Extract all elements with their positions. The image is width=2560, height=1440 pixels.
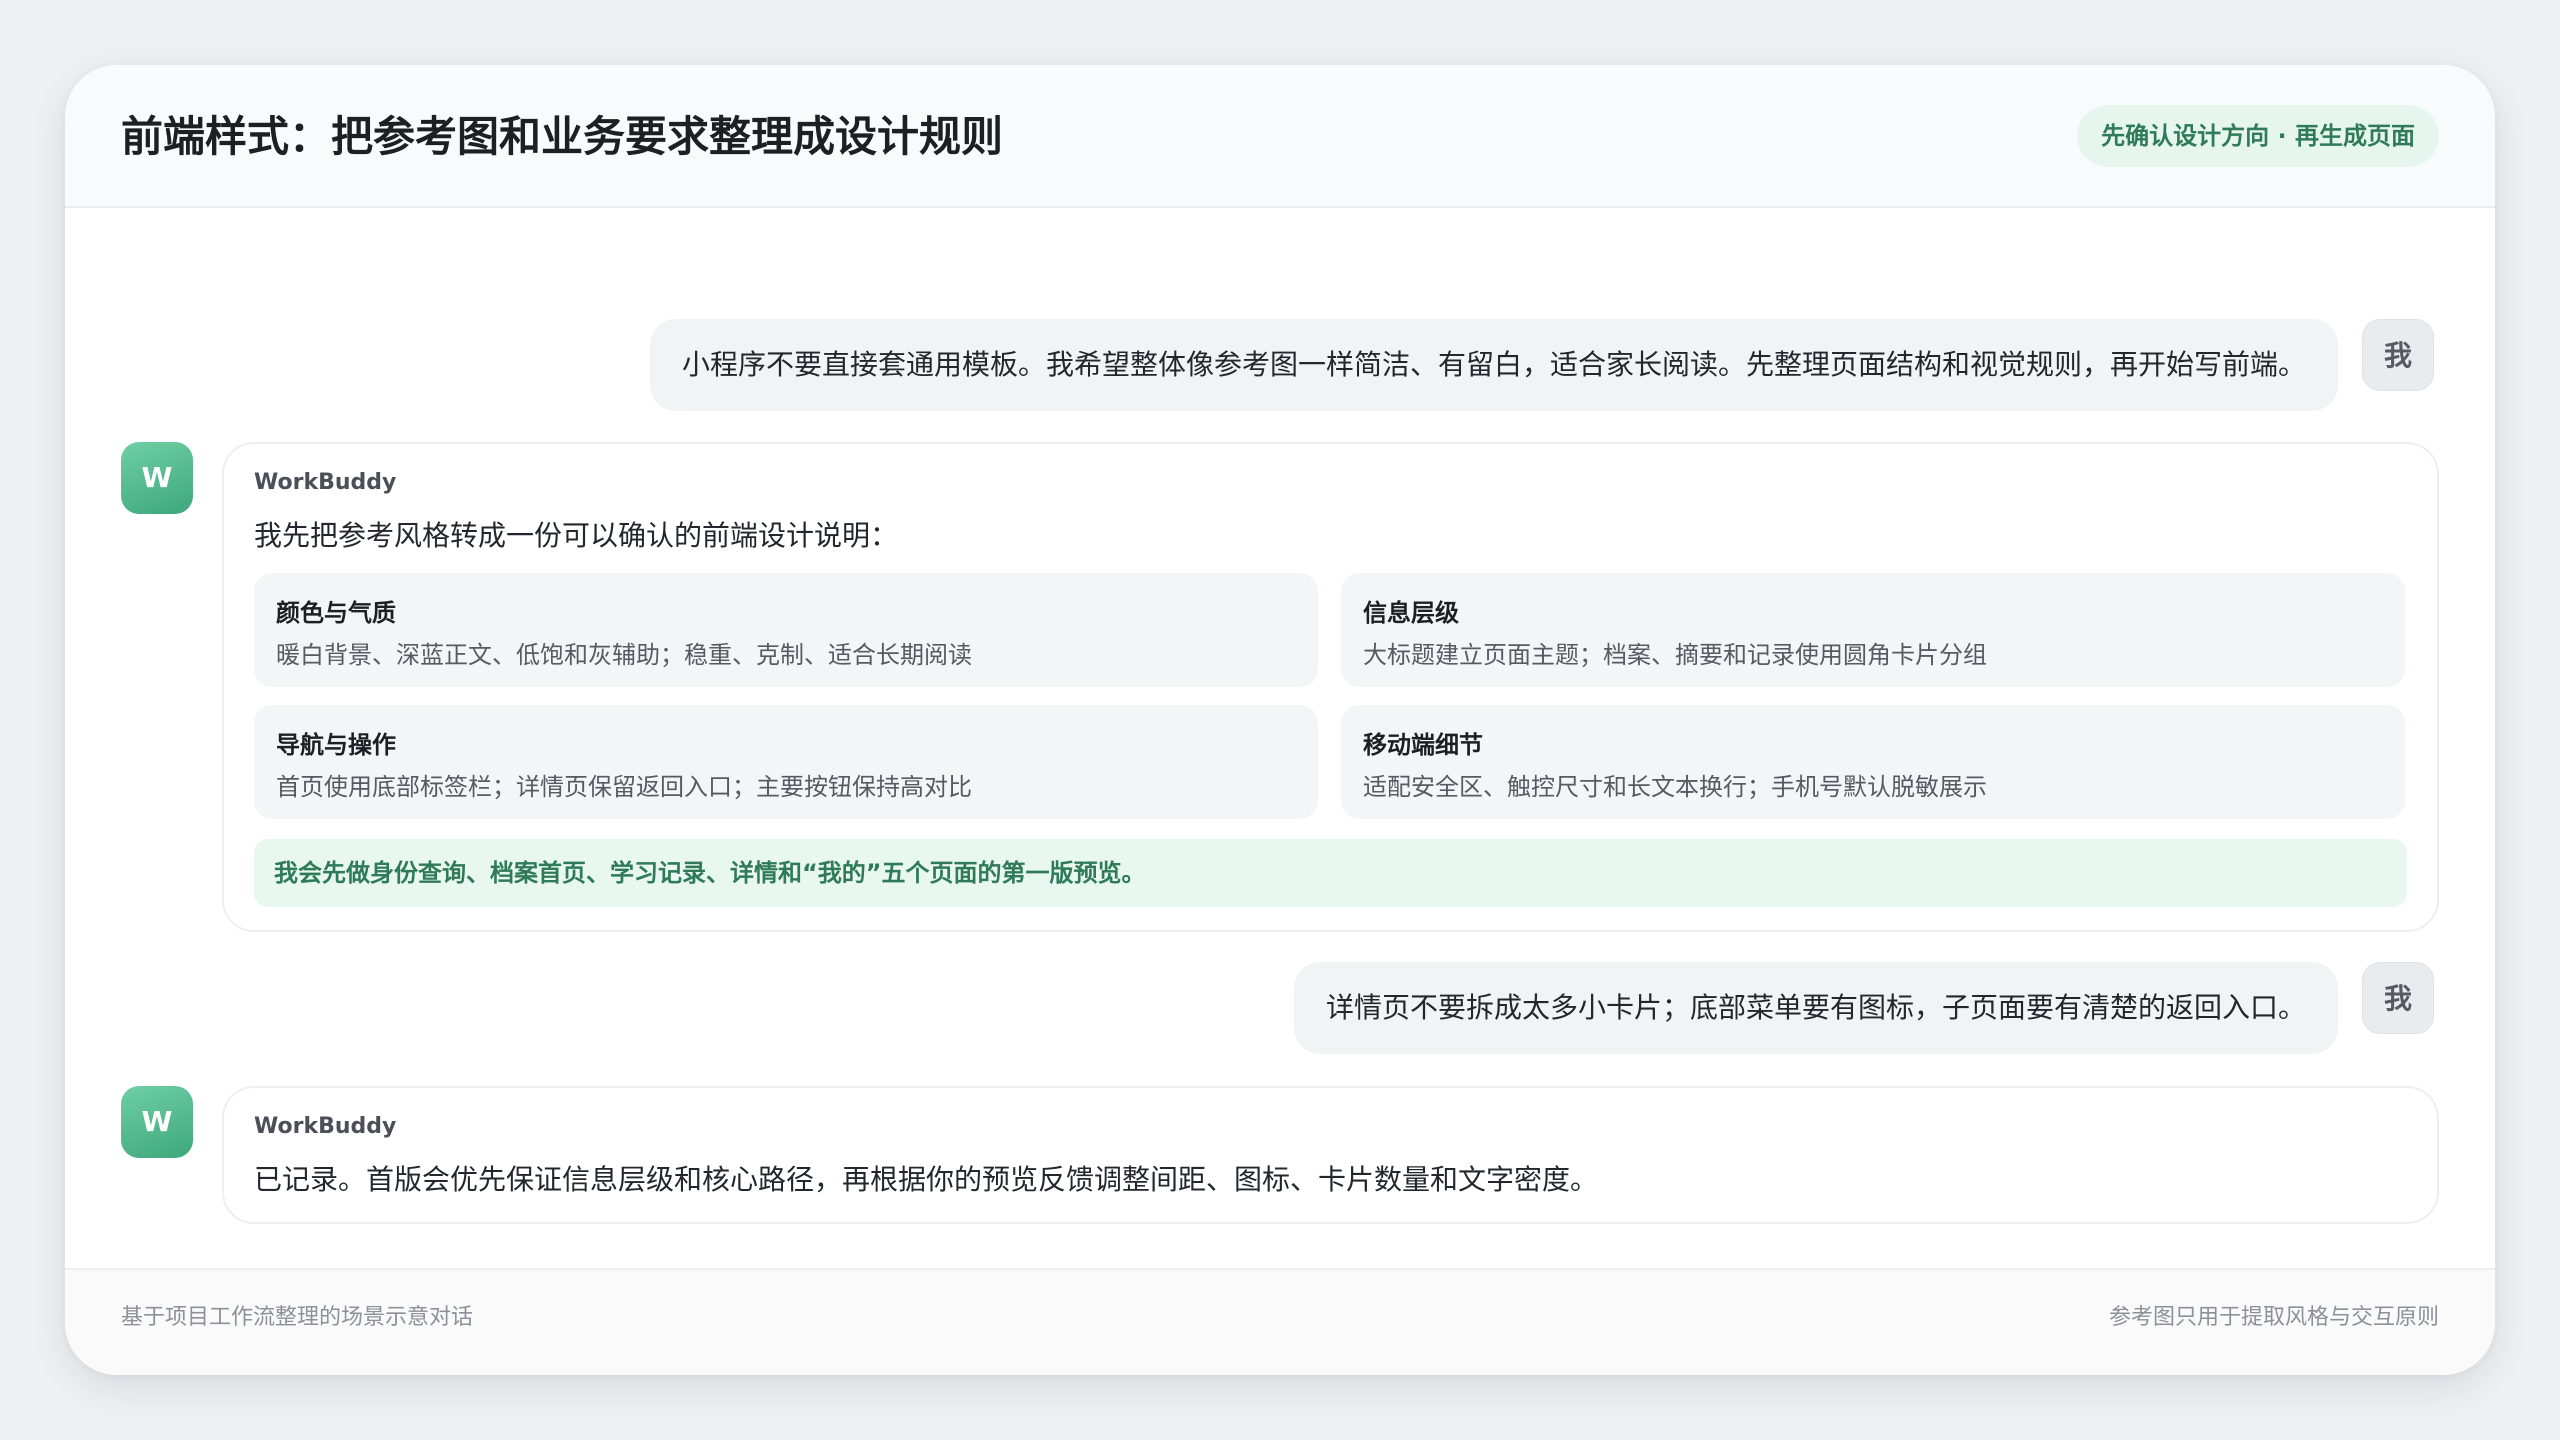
design-rule-title: 颜色与气质 [276,599,396,627]
design-rule-desc: 适配安全区、触控尺寸和长文本换行；手机号默认脱敏展示 [1363,773,1987,801]
design-rule-desc: 大标题建立页面主题；档案、摘要和记录使用圆角卡片分组 [1363,641,1987,669]
assistant-reply: 已记录。首版会优先保证信息层级和核心路径，再根据你的预览反馈调整间距、图标、卡片… [254,1163,1599,1196]
assistant-message-2: WorkBuddy 已记录。首版会优先保证信息层级和核心路径，再根据你的预览反馈… [222,1086,2439,1224]
conversation-card: 前端样式：把参考图和业务要求整理成设计规则 先确认设计方向 · 再生成页面 小程… [65,65,2495,1375]
design-rule-title: 信息层级 [1363,599,1459,627]
user-avatar: 我 [2362,962,2434,1034]
header: 前端样式：把参考图和业务要求整理成设计规则 先确认设计方向 · 再生成页面 [65,65,2495,208]
assistant-avatar: W [121,1086,193,1158]
status-badge: 先确认设计方向 · 再生成页面 [2077,105,2439,167]
user-avatar: 我 [2362,319,2434,391]
footer-caption-left: 基于项目工作流整理的场景示意对话 [121,1305,474,1330]
user-message-2: 详情页不要拆成太多小卡片；底部菜单要有图标，子页面要有清楚的返回入口。 [1293,962,2338,1054]
assistant-avatar: W [121,442,193,514]
footer-caption-right: 参考图只用于提取风格与交互原则 [2108,1305,2439,1330]
footer: 基于项目工作流整理的场景示意对话 参考图只用于提取风格与交互原则 [65,1268,2495,1375]
page-title: 前端样式：把参考图和业务要求整理成设计规则 [121,112,1004,161]
user-message-1: 小程序不要直接套通用模板。我希望整体像参考图一样简洁、有留白，适合家长阅读。先整… [649,319,2338,411]
plan-note: 我会先做身份查询、档案首页、学习记录、详情和“我的”五个页面的第一版预览。 [254,839,2407,907]
assistant-name: WorkBuddy [254,470,397,495]
assistant-message-1: WorkBuddy 我先把参考风格转成一份可以确认的前端设计说明： 颜色与气质 … [222,442,2439,932]
design-rule-desc: 暖白背景、深蓝正文、低饱和灰辅助；稳重、克制、适合长期阅读 [276,641,972,669]
chat-thread: 小程序不要直接套通用模板。我希望整体像参考图一样简洁、有留白，适合家长阅读。先整… [65,208,2495,1333]
design-rule-title: 导航与操作 [276,731,396,759]
design-rule-title: 移动端细节 [1363,731,1483,759]
assistant-name: WorkBuddy [254,1114,397,1139]
design-rule-card: 导航与操作 首页使用底部标签栏；详情页保留返回入口；主要按钮保持高对比 [254,705,1318,819]
design-rule-card: 信息层级 大标题建立页面主题；档案、摘要和记录使用圆角卡片分组 [1341,573,2405,687]
design-rule-desc: 首页使用底部标签栏；详情页保留返回入口；主要按钮保持高对比 [276,773,972,801]
design-rule-card: 移动端细节 适配安全区、触控尺寸和长文本换行；手机号默认脱敏展示 [1341,705,2405,819]
assistant-intro: 我先把参考风格转成一份可以确认的前端设计说明： [254,519,899,552]
design-rule-card: 颜色与气质 暖白背景、深蓝正文、低饱和灰辅助；稳重、克制、适合长期阅读 [254,573,1318,687]
